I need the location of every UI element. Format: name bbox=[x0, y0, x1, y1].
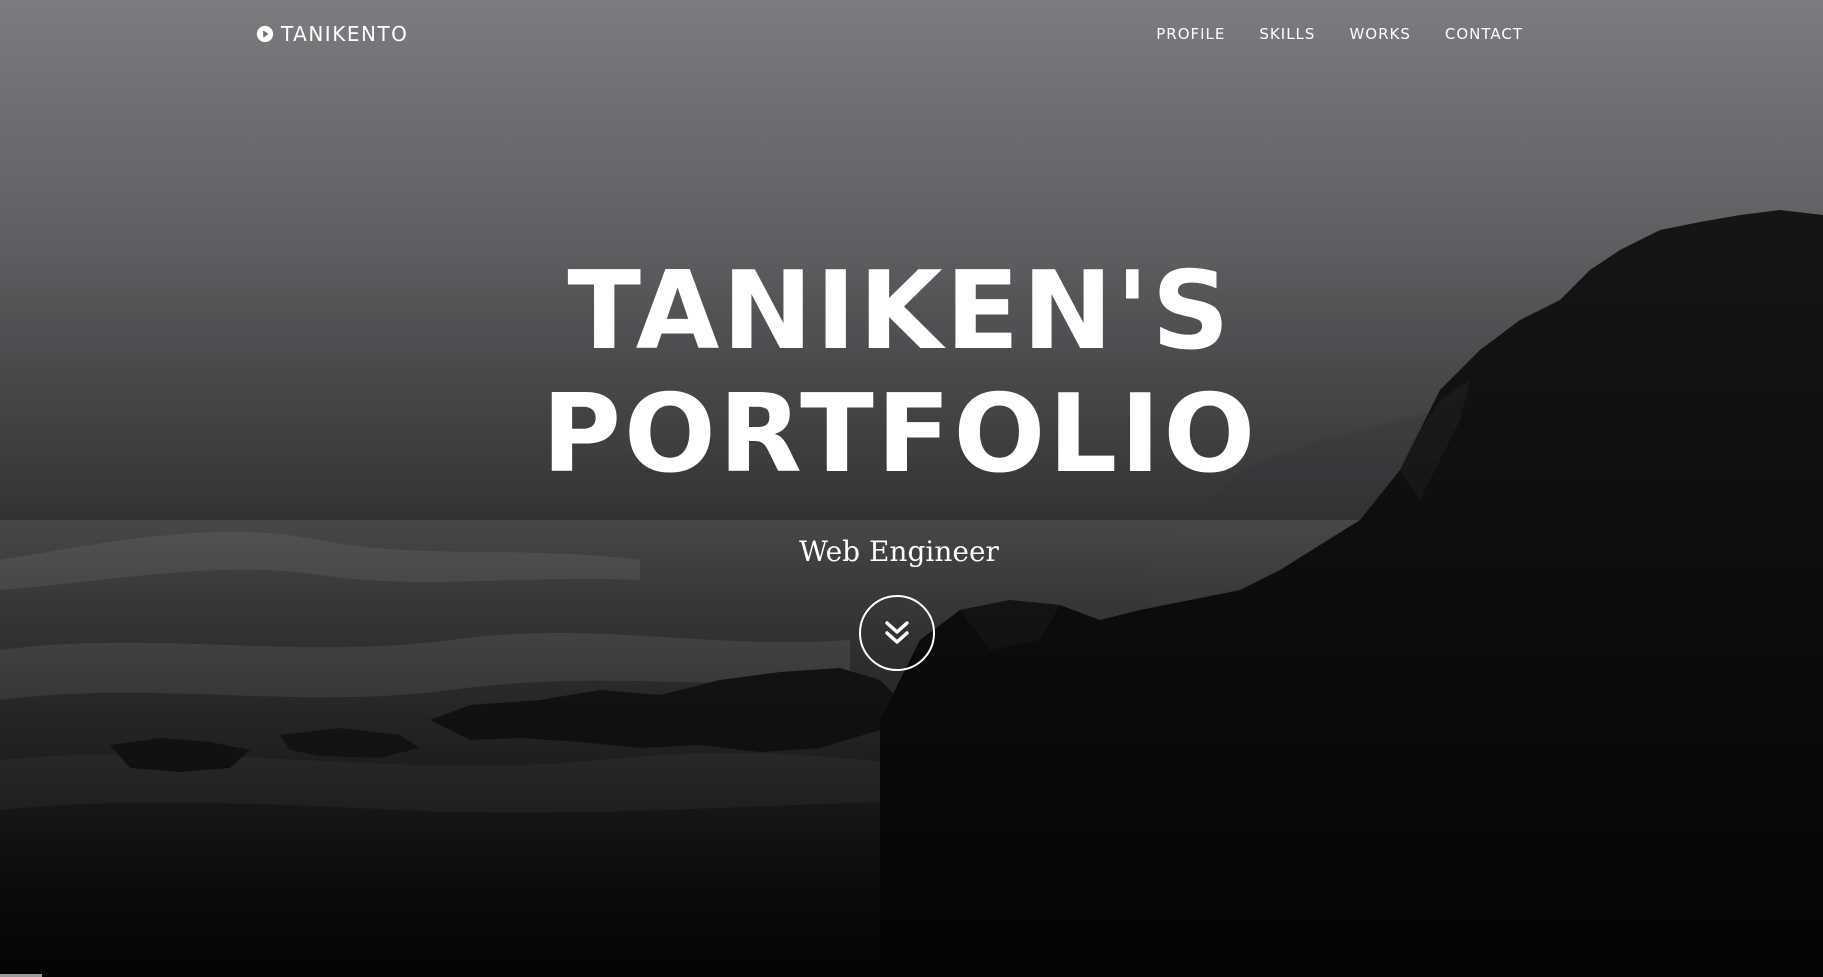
nav-menu: PROFILE SKILLS WORKS CONTACT bbox=[1156, 25, 1523, 43]
hero-subtitle: Web Engineer bbox=[799, 535, 999, 568]
hero-title: TANIKEN'S PORTFOLIO bbox=[0, 250, 1800, 496]
nav-item-works[interactable]: WORKS bbox=[1349, 25, 1410, 43]
play-circle-icon bbox=[256, 25, 274, 43]
nav-item-profile[interactable]: PROFILE bbox=[1156, 25, 1225, 43]
scroll-down-button[interactable] bbox=[859, 595, 935, 671]
nav-item-skills[interactable]: SKILLS bbox=[1259, 25, 1315, 43]
double-chevron-down-icon bbox=[885, 621, 909, 644]
brand-name: TANIKENTO bbox=[281, 22, 409, 46]
hero-title-line-2: PORTFOLIO bbox=[541, 372, 1259, 497]
top-navbar: TANIKENTO PROFILE SKILLS WORKS CONTACT bbox=[0, 0, 1823, 72]
hero-title-line-1: TANIKEN'S bbox=[567, 249, 1233, 374]
nav-item-contact[interactable]: CONTACT bbox=[1445, 25, 1523, 43]
brand-logo-link[interactable]: TANIKENTO bbox=[256, 22, 408, 46]
hero-section: TANIKENTO PROFILE SKILLS WORKS CONTACT T… bbox=[0, 0, 1823, 977]
